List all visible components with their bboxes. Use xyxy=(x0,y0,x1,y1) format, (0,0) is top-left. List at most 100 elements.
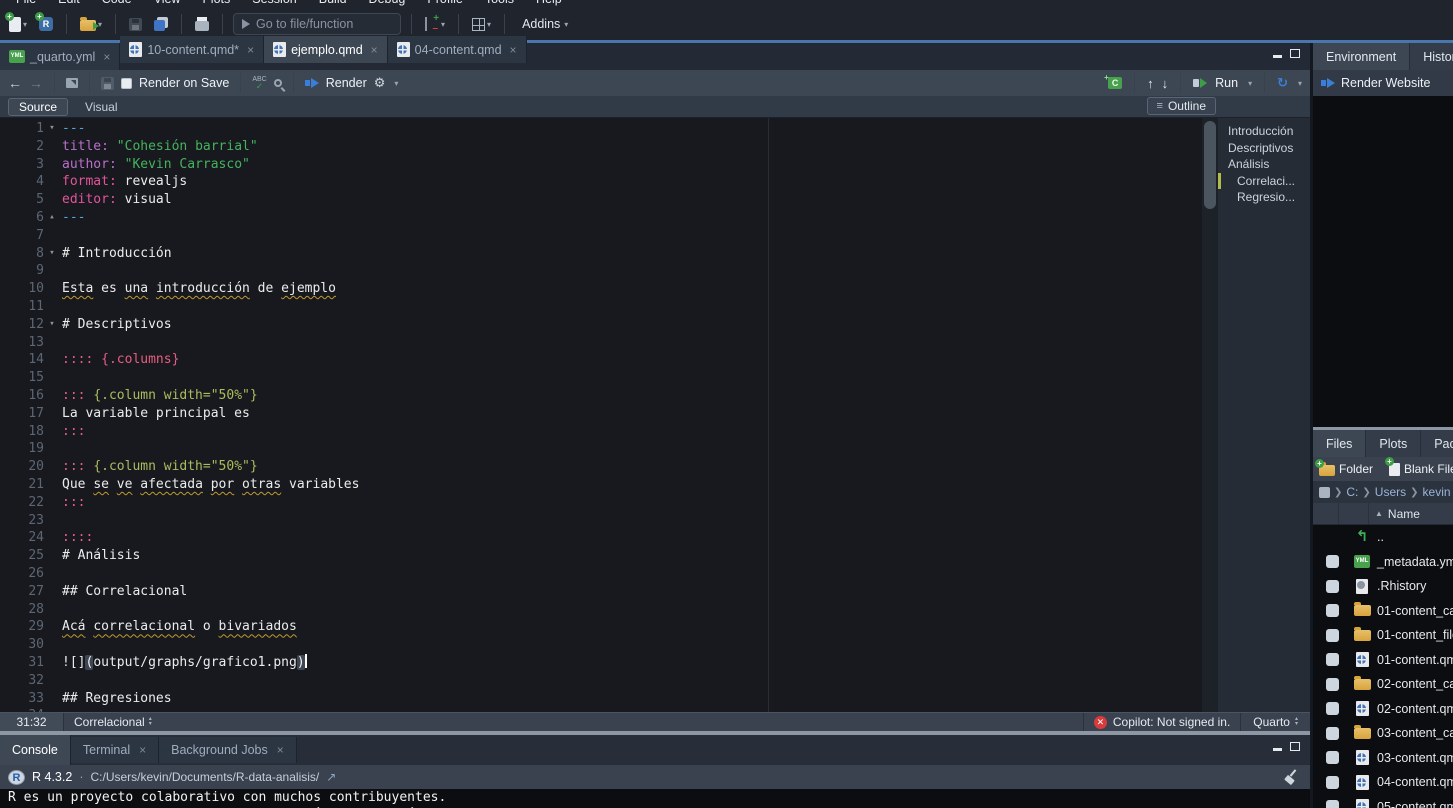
file-name[interactable]: 05-content.qmd xyxy=(1377,800,1453,808)
menu-edit[interactable]: Edit xyxy=(58,0,80,6)
render-website-button[interactable]: Render Website xyxy=(1341,76,1430,90)
tab-environment[interactable]: Environment xyxy=(1313,43,1410,70)
new-project-button[interactable]: R xyxy=(36,15,56,33)
code-line[interactable]: 34 xyxy=(0,707,1202,712)
breadcrumb-C[interactable]: C: xyxy=(1346,485,1358,499)
file-name[interactable]: 01-content.qmd xyxy=(1377,653,1453,667)
file-checkbox[interactable] xyxy=(1326,555,1339,568)
new-file-button[interactable]: ▾ xyxy=(6,15,30,34)
minimize-pane-icon[interactable] xyxy=(1273,55,1282,58)
new-folder-button[interactable]: Folder xyxy=(1319,462,1373,476)
menu-file[interactable]: File xyxy=(16,0,36,6)
console-tab-console[interactable]: Console xyxy=(0,735,71,765)
language-mode-selector[interactable]: Quarto ▴▾ xyxy=(1240,713,1310,731)
code-line[interactable]: 3author: "Kevin Carrasco" xyxy=(0,156,1202,174)
menu-build[interactable]: Build xyxy=(319,0,347,6)
editor-scrollbar-thumb[interactable] xyxy=(1204,121,1216,209)
tab-packages[interactable]: Packages xyxy=(1421,430,1453,457)
file-checkbox[interactable] xyxy=(1326,751,1339,764)
file-checkbox[interactable] xyxy=(1326,653,1339,666)
code-line[interactable]: 16::: {.column width="50%"} xyxy=(0,387,1202,405)
breadcrumb-kevin[interactable]: kevin xyxy=(1423,485,1451,499)
editor-tab-04-contentqmd[interactable]: 04-content.qmd× xyxy=(388,36,527,63)
file-row[interactable]: .Rhistory xyxy=(1313,574,1453,599)
run-button[interactable]: Run xyxy=(1215,76,1238,90)
menu-code[interactable]: Code xyxy=(102,0,132,6)
file-row[interactable]: 01-content_cache xyxy=(1313,599,1453,624)
editor-tab-ejemploqmd[interactable]: ejemplo.qmd× xyxy=(264,36,388,63)
tab-files[interactable]: Files xyxy=(1313,430,1366,457)
code-line[interactable]: 12▾# Descriptivos xyxy=(0,316,1202,334)
copilot-status[interactable]: ✕ Copilot: Not signed in. xyxy=(1083,713,1240,731)
file-checkbox[interactable] xyxy=(1326,604,1339,617)
maximize-pane-icon[interactable] xyxy=(1290,742,1300,751)
menu-tools[interactable]: Tools xyxy=(485,0,514,6)
code-line[interactable]: 8▾# Introducción xyxy=(0,245,1202,263)
code-line[interactable]: 33## Regresiones xyxy=(0,690,1202,708)
file-row[interactable]: 03-content.qmd xyxy=(1313,746,1453,771)
menu-plots[interactable]: Plots xyxy=(202,0,230,6)
close-icon[interactable]: × xyxy=(277,743,284,757)
code-line[interactable]: 32 xyxy=(0,672,1202,690)
code-line[interactable]: 18::: xyxy=(0,423,1202,441)
close-icon[interactable]: × xyxy=(103,50,110,64)
maximize-pane-icon[interactable] xyxy=(1290,49,1300,58)
minimize-pane-icon[interactable] xyxy=(1273,748,1282,751)
file-checkbox[interactable] xyxy=(1326,702,1339,715)
code-line[interactable]: 28 xyxy=(0,601,1202,619)
clear-console-icon[interactable] xyxy=(1284,769,1298,783)
file-name[interactable]: .. xyxy=(1377,530,1384,544)
file-row[interactable]: 02-content_cache xyxy=(1313,672,1453,697)
menu-view[interactable]: View xyxy=(154,0,181,6)
insert-chunk-icon[interactable]: C xyxy=(1108,77,1122,89)
file-name[interactable]: 01-content_cache xyxy=(1377,604,1453,618)
addins-button[interactable]: Addins▾ xyxy=(515,15,571,33)
code-line[interactable]: 30 xyxy=(0,636,1202,654)
editor-scrollbar[interactable] xyxy=(1202,118,1218,712)
render-button[interactable]: Render xyxy=(326,76,367,90)
menu-help[interactable]: Help xyxy=(536,0,562,6)
console-tab-terminal[interactable]: Terminal× xyxy=(71,737,159,763)
file-row[interactable]: 01-content_files xyxy=(1313,623,1453,648)
code-line[interactable]: 9 xyxy=(0,262,1202,280)
outline-item-Descriptivos[interactable]: Descriptivos xyxy=(1218,140,1310,157)
rerun-icon[interactable]: ↻ xyxy=(1277,75,1288,91)
fold-icon[interactable]: ▴ xyxy=(44,209,60,227)
code-line[interactable]: 5editor: visual xyxy=(0,191,1202,209)
outline-item-Anlisis[interactable]: Análisis xyxy=(1218,156,1310,173)
code-area[interactable]: 1▾---2title: "Cohesión barrial"3author: … xyxy=(0,118,1202,712)
tab-source[interactable]: Source xyxy=(8,98,68,116)
file-row[interactable]: 03-content_cache xyxy=(1313,721,1453,746)
render-on-save-checkbox[interactable] xyxy=(121,78,132,89)
scope-selector[interactable]: Correlacional ▴▾ xyxy=(74,715,152,729)
outline-item-Regresio[interactable]: Regresio... xyxy=(1218,189,1310,206)
file-name[interactable]: .Rhistory xyxy=(1377,579,1426,593)
code-line[interactable]: 10Esta es una introducción de ejemplo xyxy=(0,280,1202,298)
code-line[interactable]: 27## Correlacional xyxy=(0,583,1202,601)
open-directory-icon[interactable]: ↗ xyxy=(326,770,336,784)
spellcheck-icon[interactable]: ABC✓ xyxy=(252,76,266,90)
close-icon[interactable]: × xyxy=(139,743,146,757)
fold-icon[interactable]: ▾ xyxy=(44,120,60,138)
code-line[interactable]: 23 xyxy=(0,512,1202,530)
goto-file-input[interactable]: Go to file/function xyxy=(233,13,401,35)
code-line[interactable]: 6▴--- xyxy=(0,209,1202,227)
file-name[interactable]: _metadata.yml xyxy=(1377,555,1453,569)
code-line[interactable]: 26 xyxy=(0,565,1202,583)
tab-plots[interactable]: Plots xyxy=(1366,430,1421,457)
open-file-button[interactable]: ▾ xyxy=(77,15,105,33)
code-line[interactable]: 11 xyxy=(0,298,1202,316)
tab-history[interactable]: History xyxy=(1410,43,1453,70)
code-editor[interactable]: 1▾---2title: "Cohesión barrial"3author: … xyxy=(0,118,1310,712)
code-line[interactable]: 31![](output/graphs/grafico1.png) xyxy=(0,654,1202,672)
code-line[interactable]: 1▾--- xyxy=(0,120,1202,138)
outline-toggle-button[interactable]: ≡ Outline xyxy=(1147,97,1216,115)
file-row[interactable]: 05-content.qmd xyxy=(1313,795,1453,808)
file-name[interactable]: 03-content_cache xyxy=(1377,726,1453,740)
code-line[interactable]: 25# Análisis xyxy=(0,547,1202,565)
file-name[interactable]: 02-content.qmd xyxy=(1377,702,1453,716)
code-line[interactable]: 17La variable principal es xyxy=(0,405,1202,423)
panes-layout-button[interactable]: ▾ xyxy=(469,16,494,33)
outline-item-Correlaci[interactable]: Correlaci... xyxy=(1218,173,1310,190)
file-checkbox[interactable] xyxy=(1326,800,1339,808)
